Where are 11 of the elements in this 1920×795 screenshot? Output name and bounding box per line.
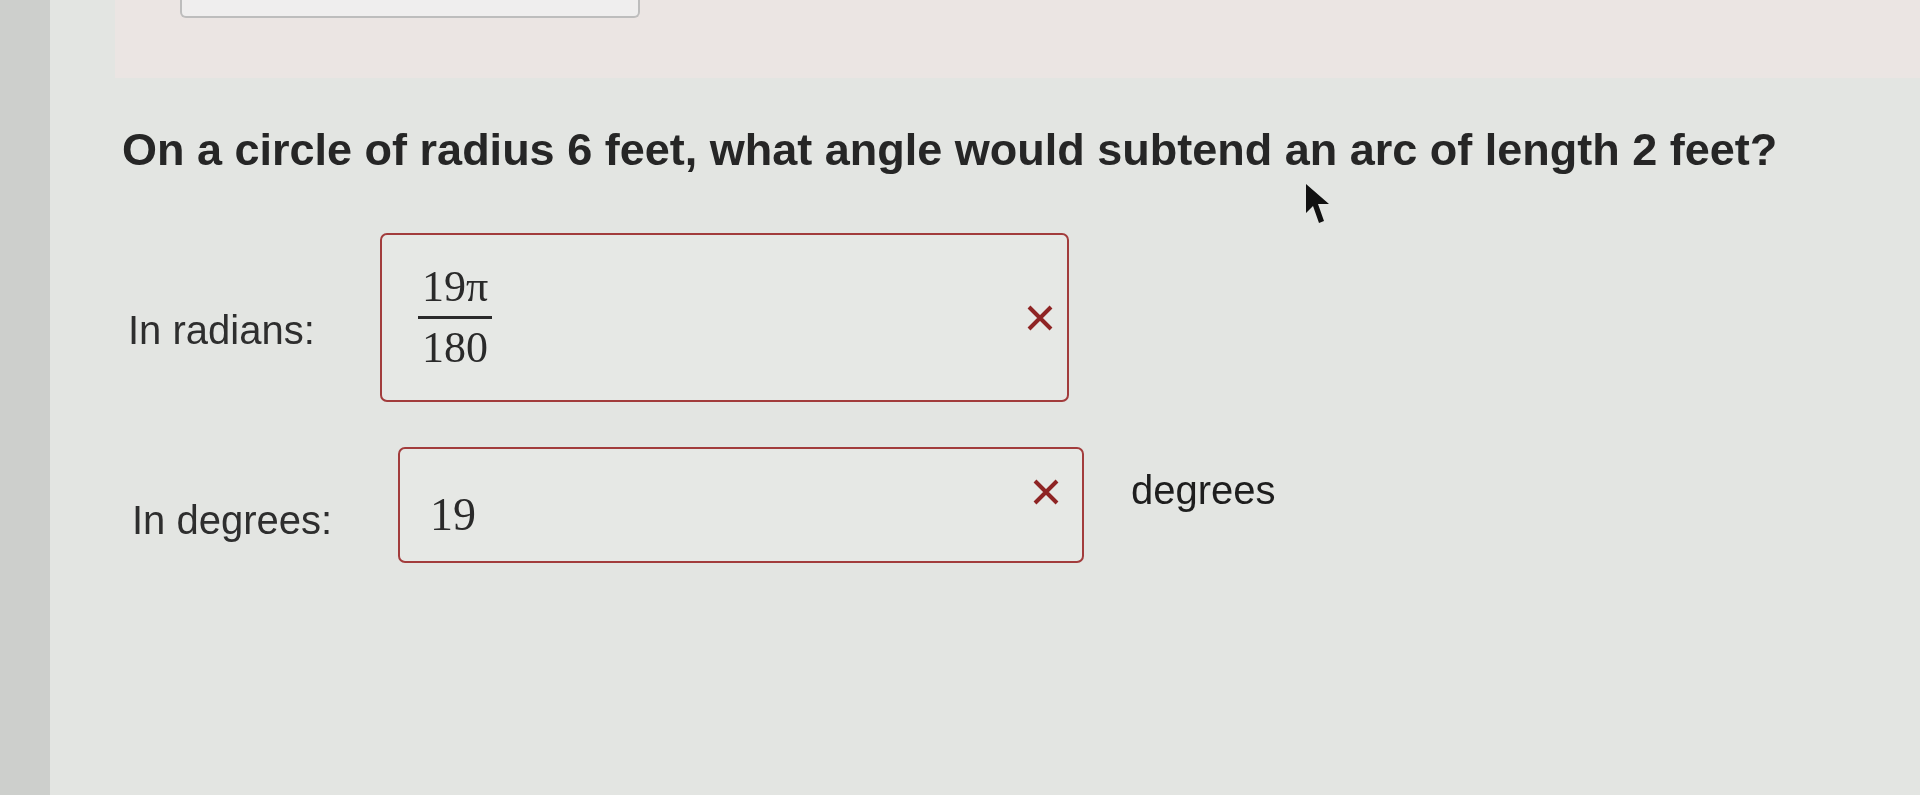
question-text: On a circle of radius 6 feet, what angle would subtend an arc of length 2 feet? (122, 123, 1779, 176)
unit-label: degrees (1131, 467, 1276, 514)
answer-value: 19 (430, 489, 476, 541)
answer-field[interactable]: 19π 180 (380, 233, 1069, 402)
cut-off-button[interactable] (180, 0, 640, 18)
mouse-pointer-icon (1305, 183, 1331, 225)
fraction-denominator: 180 (421, 323, 490, 373)
answer-label: In radians: (128, 307, 316, 354)
fraction-numerator: 19π (421, 262, 490, 312)
answer-field[interactable]: 19 (398, 447, 1084, 563)
answer-label: In degrees: (132, 497, 334, 544)
